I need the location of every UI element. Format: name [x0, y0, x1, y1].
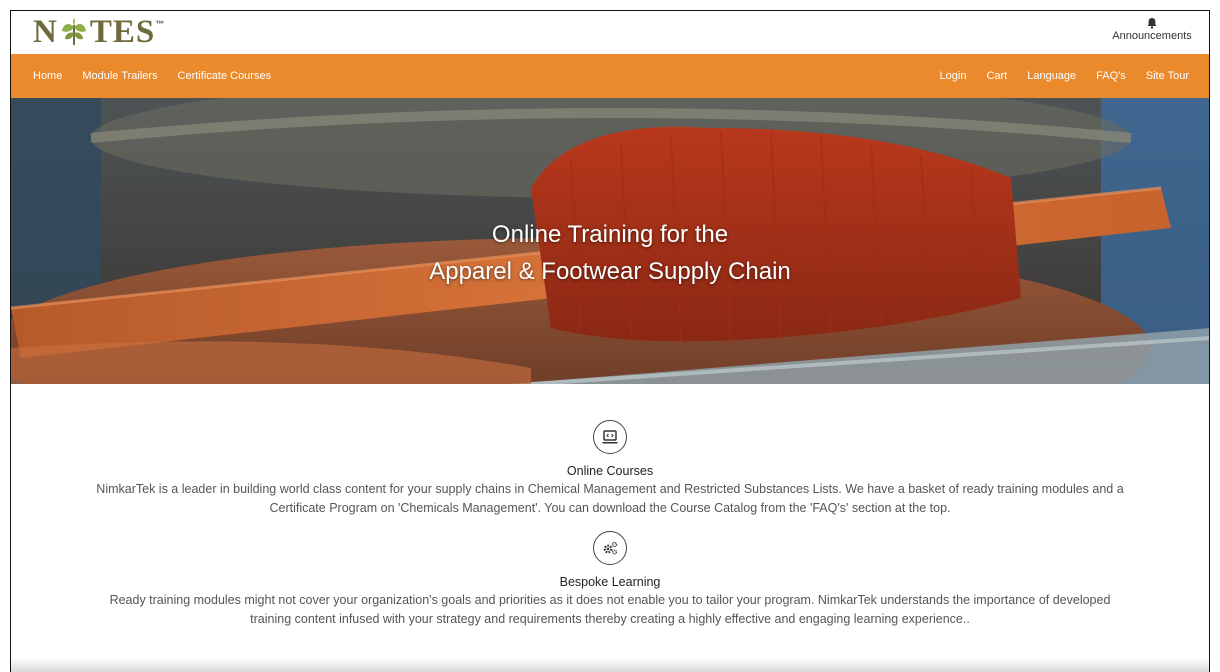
feature-title-online-courses: Online Courses: [566, 464, 654, 478]
nav-language[interactable]: Language: [1017, 70, 1086, 82]
announcements-button[interactable]: Announcements: [1107, 17, 1197, 42]
hero-title: Online Training for the Apparel & Footwe…: [11, 216, 1209, 290]
laptop-code-icon: [593, 420, 627, 454]
feature-text-bespoke-learning: Ready training modules might not cover y…: [109, 593, 1111, 626]
bottom-scroll-shadow: [11, 658, 1209, 672]
nav-module-trailers[interactable]: Module Trailers: [72, 70, 167, 82]
nav-left-group: Home Module Trailers Certificate Courses: [11, 70, 281, 82]
hero-title-line-2: Apparel & Footwear Supply Chain: [429, 258, 791, 285]
hero-banner: Online Training for the Apparel & Footwe…: [11, 98, 1209, 384]
main-nav: Home Module Trailers Certificate Courses…: [11, 54, 1209, 98]
nav-certificate-courses[interactable]: Certificate Courses: [168, 70, 282, 82]
feature-text-online-courses: NimkarTek is a leader in building world …: [96, 482, 1124, 515]
notes-logo[interactable]: N TES ™: [33, 15, 164, 51]
nav-login[interactable]: Login: [930, 70, 977, 82]
announcements-label: Announcements: [1112, 30, 1192, 42]
nav-home[interactable]: Home: [23, 70, 72, 82]
leaf-icon: [61, 18, 86, 45]
page-frame: N TES ™ Announcements Home Module Traile…: [10, 10, 1210, 672]
feature-online-courses: Online Courses NimkarTek is a leader in …: [11, 384, 1209, 518]
features-section: Online Courses NimkarTek is a leader in …: [11, 384, 1209, 629]
nav-site-tour[interactable]: Site Tour: [1136, 70, 1199, 82]
logo-letters-tes: TES: [89, 14, 156, 50]
bell-icon: [1147, 18, 1157, 29]
gears-icon: [593, 531, 627, 565]
logo-letter-n: N: [33, 14, 58, 50]
logo-trademark: ™: [155, 19, 165, 29]
feature-title-bespoke-learning: Bespoke Learning: [559, 575, 661, 589]
nav-faqs[interactable]: FAQ's: [1086, 70, 1136, 82]
feature-bespoke-learning: Bespoke Learning Ready training modules …: [11, 518, 1209, 629]
top-bar: N TES ™ Announcements: [11, 11, 1209, 54]
hero-title-line-1: Online Training for the: [491, 221, 729, 248]
nav-right-group: Login Cart Language FAQ's Site Tour: [930, 70, 1209, 82]
nav-cart[interactable]: Cart: [976, 70, 1017, 82]
